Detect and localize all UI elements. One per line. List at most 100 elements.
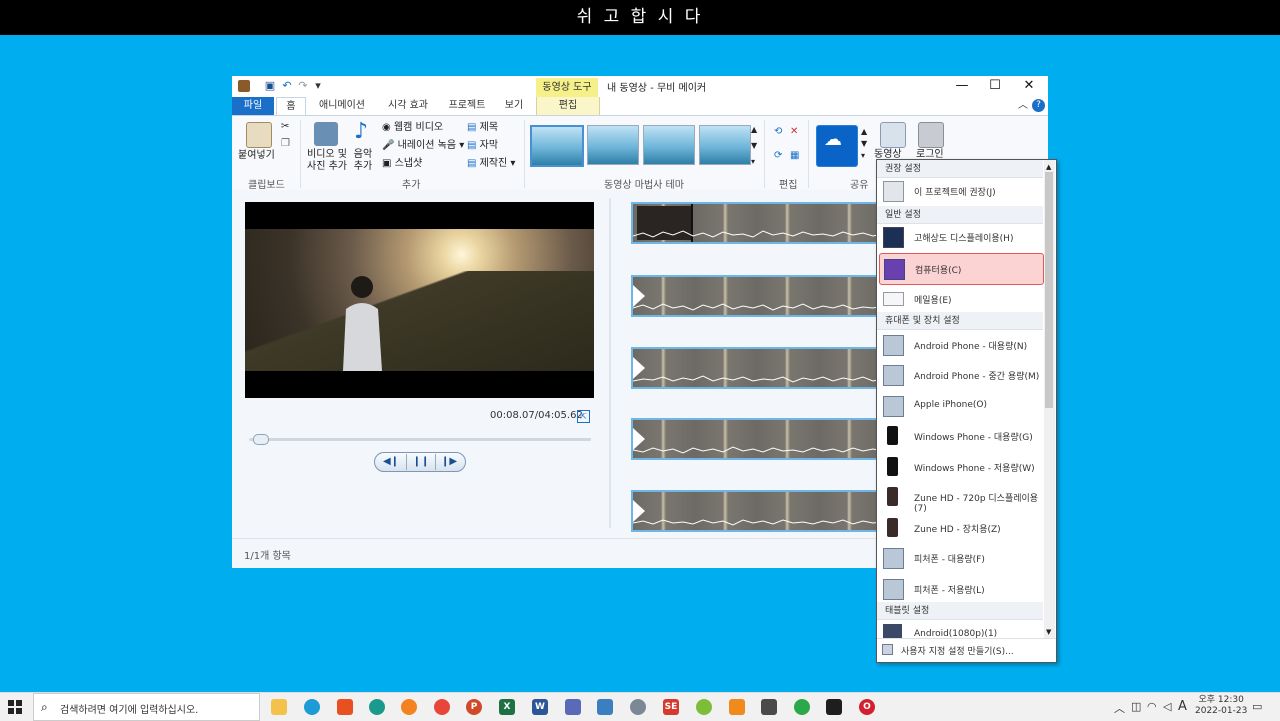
copy-icon[interactable]: ❐ <box>281 138 290 150</box>
file-explorer-icon[interactable] <box>271 699 287 715</box>
seek-thumb[interactable] <box>253 434 269 445</box>
customize-qat-icon[interactable]: ▾ <box>312 80 324 92</box>
network-icon[interactable]: ◫ <box>1131 700 1141 713</box>
menu-item-android-tablet[interactable]: Android(1080p)(1) <box>877 620 1045 638</box>
chevron-up-icon[interactable]: ︿ <box>1114 700 1125 716</box>
redo-icon[interactable]: ↷ <box>297 80 309 92</box>
rotate-right-icon[interactable]: ⟳ <box>774 150 782 162</box>
custom-settings-button[interactable]: 사용자 지정 설정 만들기(S)... <box>877 638 1056 661</box>
edge-icon[interactable] <box>304 699 320 715</box>
help-icon[interactable]: ? <box>1032 99 1045 112</box>
save-icon[interactable]: ▣ <box>264 80 276 92</box>
storyboard-clip-4[interactable] <box>631 418 885 460</box>
tab-visual-effects[interactable]: 시각 효과 <box>380 97 436 115</box>
tab-edit[interactable]: 편집 <box>536 97 600 115</box>
snapshot-button[interactable]: ▣ 스냅샷 <box>382 158 422 170</box>
scroll-up-icon[interactable]: ▲ <box>1046 161 1051 173</box>
scroll-down-icon[interactable]: ▼ <box>1046 626 1051 638</box>
notification-icon[interactable]: ▭ <box>1252 700 1262 713</box>
title-button[interactable]: ▤ 제목 <box>467 122 498 134</box>
sticky-notes-icon[interactable] <box>826 699 842 715</box>
storyboard-clip-2[interactable] <box>631 275 885 317</box>
tab-animation[interactable]: 애니메이션 <box>312 97 372 115</box>
menu-item-apple-iphone[interactable]: Apple iPhone(O) <box>877 391 1045 421</box>
music-note-icon[interactable]: ♪ <box>354 120 368 144</box>
credits-button[interactable]: ▤ 제작진 ▾ <box>467 158 515 170</box>
webcam-video-button[interactable]: ◉ 웹캠 비디오 <box>382 122 443 134</box>
taskbar-search[interactable]: ⌕ 검색하려면 여기에 입력하십시오. <box>33 693 260 721</box>
menu-item-feature-phone-large[interactable]: 피처폰 - 대용량(F) <box>877 543 1045 573</box>
save-movie-icon[interactable] <box>880 122 906 148</box>
app-icon[interactable] <box>238 80 250 92</box>
menu-item-android-medium[interactable]: Android Phone - 중간 용량(M) <box>877 360 1045 390</box>
menu-item-android-large[interactable]: Android Phone - 대용량(N) <box>877 330 1045 360</box>
theme-more-icon[interactable]: ▾ <box>751 156 755 168</box>
firefox-icon[interactable] <box>401 699 417 715</box>
menu-item-hd-display[interactable]: 고해상도 디스플레이용(H) <box>877 222 1045 252</box>
record-narration-button[interactable]: 🎤 내레이션 녹음 ▾ <box>382 140 464 152</box>
caption-button[interactable]: ▤ 자막 <box>467 140 498 152</box>
theme-thumbnail-3[interactable] <box>643 125 695 165</box>
fullscreen-icon[interactable]: ⇱ <box>577 410 590 423</box>
wifi-icon[interactable]: ◠ <box>1147 700 1157 713</box>
menu-item-email[interactable]: 메일용(E) <box>877 284 1045 314</box>
menu-item-computer[interactable]: 컴퓨터용(C) <box>879 253 1044 285</box>
menu-item-feature-phone-small[interactable]: 피처폰 - 저용량(L) <box>877 574 1045 604</box>
add-music-button[interactable]: 음악 추가 <box>352 149 374 173</box>
theme-scroll-up-icon[interactable]: ▲ <box>751 124 757 136</box>
volume-icon[interactable]: ◁ <box>1163 700 1171 713</box>
app-icon-grid[interactable] <box>565 699 581 715</box>
menu-item-windows-phone-large[interactable]: Windows Phone - 대용량(G) <box>877 421 1045 451</box>
select-all-icon[interactable]: ▦ <box>790 150 799 162</box>
app-icon-chrome-alt[interactable] <box>794 699 810 715</box>
theme-thumbnail-1[interactable] <box>530 125 584 167</box>
signin-icon[interactable] <box>918 122 944 148</box>
share-scroll-icon[interactable]: ▲ ▼ ▾ <box>861 126 867 162</box>
calculator-icon[interactable] <box>761 699 777 715</box>
cut-icon[interactable]: ✂ <box>281 121 289 133</box>
next-frame-button[interactable]: ❙▶ <box>435 454 463 470</box>
app-icon-se[interactable]: SE <box>663 699 679 715</box>
tab-project[interactable]: 프로젝트 <box>442 97 492 115</box>
seek-track[interactable] <box>249 438 591 441</box>
close-button[interactable]: ✕ <box>1012 76 1046 96</box>
video-preview[interactable] <box>245 202 594 398</box>
storyboard-clip-1[interactable] <box>631 202 885 244</box>
remote-desktop-icon[interactable] <box>597 699 613 715</box>
pause-button[interactable]: ❙❙ <box>406 454 436 470</box>
word-icon[interactable]: W <box>532 699 548 715</box>
theme-thumbnail-4[interactable] <box>699 125 751 165</box>
paste-icon[interactable] <box>246 122 272 148</box>
menu-item-zune-720p[interactable]: Zune HD - 720p 디스플레이용(7) <box>877 482 1045 514</box>
tab-home[interactable]: 홈 <box>276 97 306 116</box>
powerpoint-icon[interactable]: P <box>466 699 482 715</box>
add-video-photo-button[interactable]: 비디오 및 사진 추가 <box>304 149 350 173</box>
tab-view[interactable]: 보기 <box>498 97 530 115</box>
brave-icon[interactable] <box>337 699 353 715</box>
paste-button[interactable]: 붙여넣기 <box>238 150 275 162</box>
excel-icon[interactable]: X <box>499 699 515 715</box>
chevron-up-icon[interactable]: ︿ <box>1016 97 1030 115</box>
previous-frame-button[interactable]: ◀❙ <box>377 454 405 470</box>
storyboard-clip-3[interactable] <box>631 347 885 389</box>
add-video-icon[interactable] <box>314 122 338 146</box>
clock[interactable]: 오후 12:30 2022-01-23 <box>1195 695 1247 717</box>
menu-item-windows-phone-small[interactable]: Windows Phone - 저용량(W) <box>877 452 1045 482</box>
menu-item-zune-device[interactable]: Zune HD - 장치용(Z) <box>877 513 1045 543</box>
menu-scroll-thumb[interactable] <box>1045 172 1053 408</box>
tab-file[interactable]: 파일 <box>232 97 274 115</box>
ime-indicator[interactable]: A <box>1178 699 1187 714</box>
windows-start-icon[interactable] <box>8 700 22 714</box>
rotate-left-icon[interactable]: ⟲ <box>774 126 782 138</box>
theme-thumbnail-2[interactable] <box>587 125 639 165</box>
menu-item-recommended[interactable]: 이 프로젝트에 권장(J) <box>877 176 1045 206</box>
magnifier-icon[interactable] <box>630 699 646 715</box>
chrome-icon[interactable] <box>434 699 450 715</box>
vlc-icon[interactable] <box>729 699 745 715</box>
undo-icon[interactable]: ↶ <box>281 80 293 92</box>
maximize-button[interactable]: ☐ <box>978 76 1012 96</box>
storyboard-clip-5[interactable] <box>631 490 885 532</box>
panel-divider[interactable] <box>609 198 611 528</box>
opera-icon[interactable]: O <box>859 699 875 715</box>
delete-icon[interactable]: ✕ <box>790 126 798 138</box>
